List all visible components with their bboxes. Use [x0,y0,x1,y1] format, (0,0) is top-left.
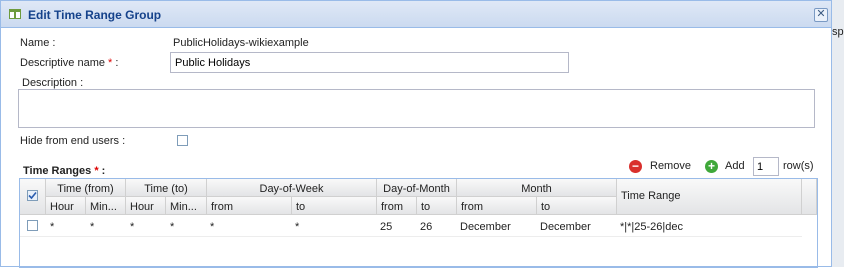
header-time-range: Time Range [617,179,802,215]
cell-month-from: December [460,221,511,233]
subheader-min-from: Min... [86,197,126,215]
subheader-min-to: Min... [166,197,207,215]
header-month: Month [457,179,617,197]
add-icon[interactable]: + [705,160,718,173]
select-all-checkbox[interactable] [27,190,38,201]
cell-dow-to: * [295,221,300,233]
time-ranges-grid: Time (from) Time (to) Day-of-Week Day-of… [19,178,818,268]
cell-time-range: *|*|25-26|dec [620,221,684,233]
close-button[interactable]: ✕ [814,8,828,22]
hide-from-end-users-checkbox[interactable] [177,135,188,146]
subheader-month-to: to [537,197,617,215]
cell-dom-to: 26 [420,221,433,233]
time-ranges-label: Time Ranges * : [23,165,106,177]
name-value: PublicHolidays-wikiexample [173,37,309,49]
subheader-month-from: from [457,197,537,215]
select-all-header [20,179,46,215]
add-button[interactable]: Add [725,160,745,172]
hide-from-end-users-label: Hide from end users : [20,135,126,147]
checkmark-icon [28,191,37,200]
background-window-text: sp [832,26,844,38]
edit-time-range-group-dialog: Edit Time Range Group ✕ Name : PublicHol… [0,0,832,268]
header-time-from: Time (from) [46,179,126,197]
remove-button[interactable]: Remove [650,160,691,172]
subheader-hour-from: Hour [46,197,86,215]
cell-min-from: * [90,221,95,233]
cell-min-to: * [170,221,175,233]
table-row[interactable]: * * * * * * 25 26 December December *|*|… [20,216,802,237]
add-count-input[interactable] [753,157,779,176]
dialog-title: Edit Time Range Group [28,8,162,22]
header-day-of-month: Day-of-Month [377,179,457,197]
header-scroll-spacer [802,179,817,215]
cell-hour-to: * [130,221,135,233]
subheader-dom-from: from [377,197,417,215]
cell-dom-from: 25 [380,221,393,233]
subheader-hour-to: Hour [126,197,166,215]
header-day-of-week: Day-of-Week [207,179,377,197]
dialog-titlebar[interactable]: Edit Time Range Group ✕ [1,1,831,28]
remove-icon[interactable]: − [629,160,642,173]
cell-hour-from: * [50,221,55,233]
close-icon: ✕ [816,8,826,20]
rows-suffix: row(s) [783,160,814,172]
subheader-dow-to: to [292,197,377,215]
descriptive-name-label: Descriptive name * : [20,57,119,69]
cell-dow-from: * [210,221,215,233]
window-icon [9,9,21,19]
cell-month-to: December [540,221,591,233]
description-textarea[interactable] [18,89,815,128]
header-time-to: Time (to) [126,179,207,197]
description-label: Description : [22,77,84,89]
background-window [832,0,844,267]
name-label: Name : [20,37,56,49]
row-checkbox[interactable] [27,220,38,231]
subheader-dow-from: from [207,197,292,215]
descriptive-name-input[interactable] [170,52,569,73]
subheader-dom-to: to [417,197,457,215]
